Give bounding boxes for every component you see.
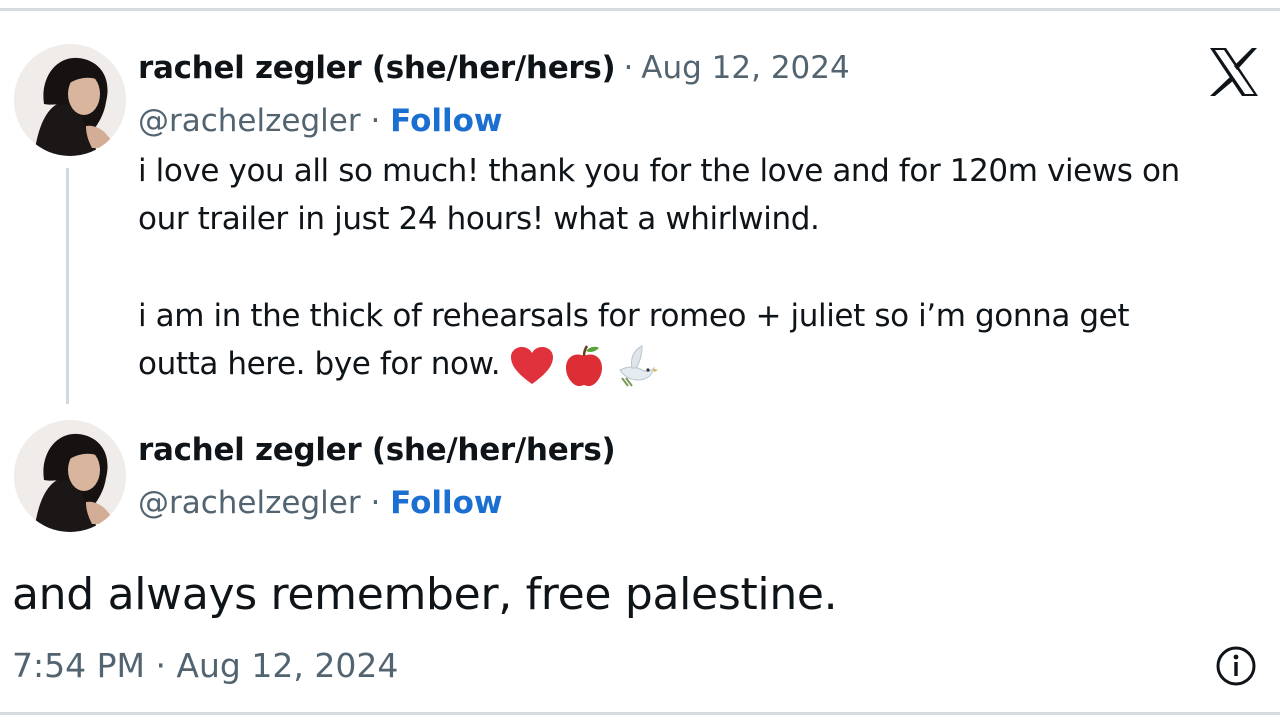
emoji-row	[510, 344, 659, 388]
top-divider	[0, 8, 1280, 11]
display-name[interactable]: rachel zegler (she/her/hers)	[138, 432, 616, 468]
info-icon[interactable]	[1214, 644, 1258, 688]
main-tweet-text: and always remember, free palestine.	[12, 569, 838, 620]
heart-emoji	[511, 346, 554, 384]
tweet-text-paragraph-1: i love you all so much! thank you for th…	[138, 147, 1258, 243]
avatar[interactable]	[14, 420, 126, 532]
tweet-header: rachel zegler (she/her/hers)	[138, 430, 616, 470]
tweet-text-line: our trailer in just 24 hours! what a whi…	[138, 201, 820, 237]
bottom-divider	[0, 712, 1280, 715]
tweet-text-line: i love you all so much! thank you for th…	[138, 153, 1180, 189]
user-handle[interactable]: @rachelzegler	[138, 103, 361, 139]
thread-connector-line	[66, 168, 69, 404]
tweet-text-line: i am in the thick of rehearsals for rome…	[138, 298, 1130, 334]
tweet-text-line-with-emoji: outta here. bye for now.	[138, 340, 1258, 388]
follow-button[interactable]: Follow	[390, 103, 502, 139]
avatar-photo	[14, 44, 126, 156]
separator-dot: ·	[370, 485, 381, 521]
separator-dot: ·	[370, 103, 381, 139]
apple-emoji	[566, 344, 603, 386]
tweet-timestamp[interactable]: 7:54 PM · Aug 12, 2024	[12, 644, 398, 688]
tweet-date[interactable]: Aug 12, 2024	[641, 50, 849, 86]
avatar-photo	[14, 420, 126, 532]
tweet-embed-card: rachel zegler (she/her/hers) · Aug 12, 202…	[0, 0, 1280, 720]
dove-emoji	[619, 344, 659, 387]
handle-row: @rachelzegler · Follow	[138, 483, 503, 523]
separator-dot: ·	[623, 50, 634, 86]
tweet-header: rachel zegler (she/her/hers) · Aug 12, 202…	[138, 48, 850, 88]
handle-row: @rachelzegler · Follow	[138, 101, 503, 141]
follow-button[interactable]: Follow	[390, 485, 502, 521]
user-handle[interactable]: @rachelzegler	[138, 485, 361, 521]
tweet-text-paragraph-2: i am in the thick of rehearsals for rome…	[138, 292, 1258, 388]
x-logo-icon[interactable]	[1206, 44, 1262, 100]
avatar[interactable]	[14, 44, 126, 156]
display-name[interactable]: rachel zegler (she/her/hers)	[138, 50, 616, 86]
tweet-text-line: outta here. bye for now.	[138, 346, 501, 382]
